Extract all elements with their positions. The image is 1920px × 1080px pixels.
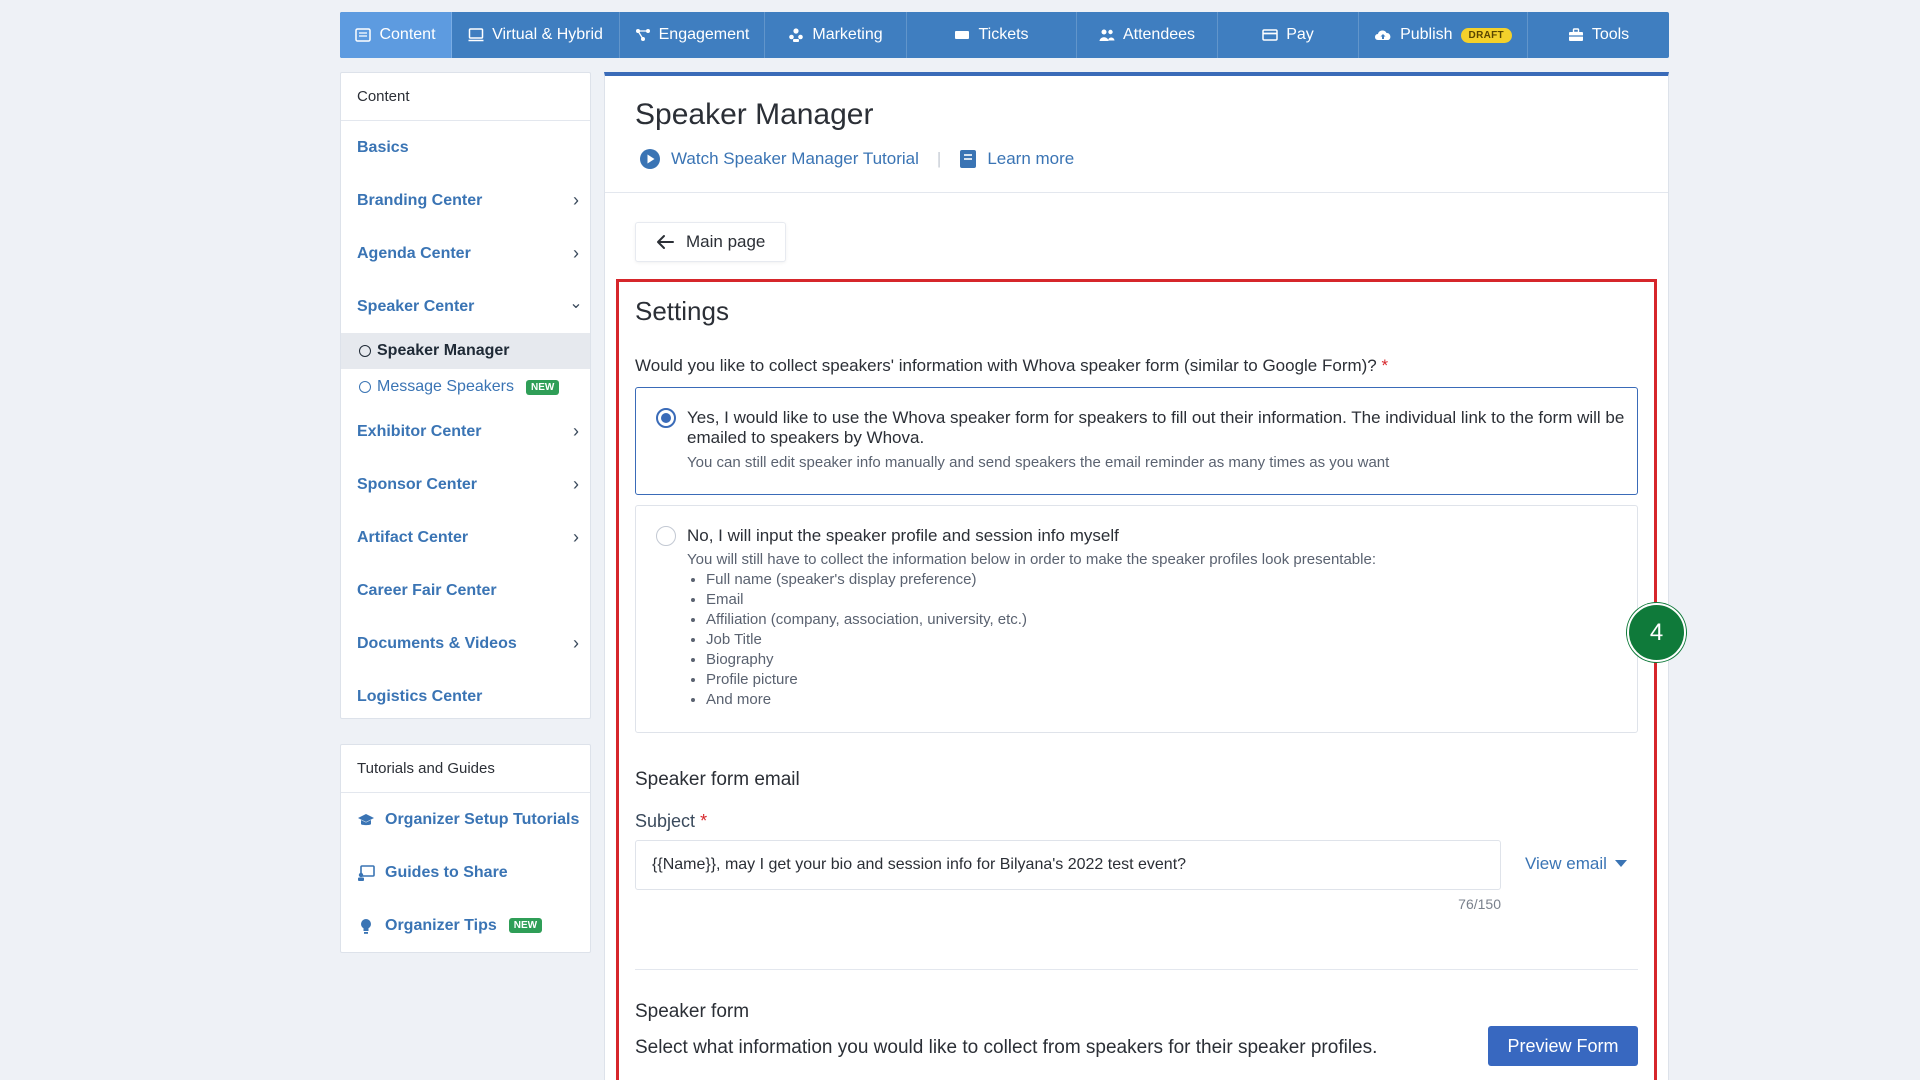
required-mark: *	[700, 811, 708, 831]
required-info-list: Full name (speaker's display preference)…	[706, 570, 1027, 710]
learn-more-link[interactable]: Learn more	[987, 149, 1074, 169]
top-nav: Content Virtual & Hybrid Engagement Mark…	[340, 12, 1669, 58]
link-separator: |	[936, 149, 942, 168]
sidebar-item-career-fair-center[interactable]: Career Fair Center	[341, 564, 590, 617]
toolbox-icon	[1568, 28, 1583, 41]
sidebar-item-exhibitor-center[interactable]: Exhibitor Center ›	[341, 405, 590, 458]
collect-info-question: Would you like to collect speakers' info…	[635, 356, 1389, 375]
sidebar-subitem-speaker-manager[interactable]: Speaker Manager	[341, 333, 590, 369]
option-no-box[interactable]: No, I will input the speaker profile and…	[635, 505, 1638, 733]
tutorial-organizer-setup[interactable]: Organizer Setup Tutorials	[341, 793, 590, 846]
radio-yes[interactable]	[656, 408, 676, 428]
chevron-right-icon: ›	[573, 243, 579, 263]
arrow-left-icon	[657, 235, 674, 249]
sidebar-item-basics[interactable]: Basics	[341, 121, 590, 174]
new-badge: NEW	[525, 379, 560, 395]
sidebar-item-sponsor-center[interactable]: Sponsor Center ›	[341, 458, 590, 511]
sidebar-item-documents-videos[interactable]: Documents & Videos ›	[341, 617, 590, 670]
network-icon	[635, 29, 650, 41]
sidebar-item-speaker-center[interactable]: Speaker Center ⌄	[341, 280, 590, 333]
graduation-cap-icon	[358, 813, 374, 825]
cloud-upload-icon	[1375, 30, 1391, 40]
chevron-right-icon: ›	[573, 527, 579, 547]
tab-tools[interactable]: Tools	[1528, 12, 1669, 58]
tab-virtual-hybrid[interactable]: Virtual & Hybrid	[452, 12, 620, 58]
sidebar-item-agenda-center[interactable]: Agenda Center ›	[341, 227, 590, 280]
option-no-label: No, I will input the speaker profile and…	[687, 526, 1119, 545]
tab-pay[interactable]: Pay	[1218, 12, 1359, 58]
tab-engagement[interactable]: Engagement	[620, 12, 765, 58]
attendees-icon	[1099, 29, 1115, 41]
new-badge: NEW	[508, 918, 543, 933]
option-yes-label: Yes, I would like to use the Whova speak…	[687, 408, 1625, 447]
step-marker: 4	[1627, 603, 1686, 662]
card-icon	[1262, 29, 1278, 41]
list-item: Profile picture	[706, 670, 1027, 690]
sidebar-item-artifact-center[interactable]: Artifact Center ›	[341, 511, 590, 564]
speaker-form-title: Speaker form	[635, 1001, 750, 1022]
tab-content[interactable]: Content	[340, 12, 452, 58]
radio-no[interactable]	[656, 526, 676, 546]
chevron-right-icon: ›	[573, 190, 579, 210]
book-icon	[960, 150, 977, 168]
required-mark: *	[1381, 356, 1389, 375]
lightbulb-icon	[361, 918, 371, 934]
chevron-right-icon: ›	[573, 474, 579, 494]
character-counter: 76/150	[1458, 896, 1501, 912]
subject-label: Subject *	[635, 811, 708, 831]
page-title: Speaker Manager	[635, 98, 874, 131]
monitor-icon	[468, 28, 484, 42]
preview-form-button[interactable]: Preview Form	[1488, 1026, 1638, 1066]
watch-tutorial-link[interactable]: Watch Speaker Manager Tutorial	[671, 149, 919, 169]
presentation-icon	[358, 864, 375, 881]
tab-tickets[interactable]: Tickets	[907, 12, 1077, 58]
divider	[605, 192, 1668, 193]
sidebar: Content Basics Branding Center › Agenda …	[340, 72, 591, 719]
main-panel: Speaker Manager Watch Speaker Manager Tu…	[604, 72, 1669, 1080]
list-item: And more	[706, 690, 1027, 710]
tutorial-guides-to-share[interactable]: Guides to Share	[341, 846, 590, 899]
tab-marketing[interactable]: Marketing	[765, 12, 907, 58]
tutorials-card: Tutorials and Guides Organizer Setup Tut…	[340, 744, 591, 953]
option-yes-box[interactable]: Yes, I would like to use the Whova speak…	[635, 387, 1638, 495]
list-item: Job Title	[706, 630, 1027, 650]
sidebar-subitem-message-speakers[interactable]: Message Speakers NEW	[341, 369, 590, 405]
sidebar-item-branding-center[interactable]: Branding Center ›	[341, 174, 590, 227]
chevron-down-icon: ⌄	[569, 294, 583, 312]
divider	[635, 969, 1638, 970]
main-page-button[interactable]: Main page	[635, 222, 787, 262]
chevron-right-icon: ›	[573, 633, 579, 653]
speaker-form-email-title: Speaker form email	[635, 769, 800, 790]
caret-down-icon	[1614, 860, 1627, 867]
option-no-note: You will still have to collect the infor…	[687, 551, 1376, 568]
play-icon	[640, 149, 660, 169]
help-links: Watch Speaker Manager Tutorial | Learn m…	[639, 148, 1074, 170]
ticket-icon	[955, 31, 970, 39]
option-yes-note: You can still edit speaker info manually…	[687, 454, 1390, 471]
tutorial-organizer-tips[interactable]: Organizer Tips NEW	[341, 899, 590, 952]
list-item: Affiliation (company, association, unive…	[706, 610, 1027, 630]
tutorials-header: Tutorials and Guides	[341, 745, 590, 793]
list-item: Email	[706, 590, 1027, 610]
list-item: Full name (speaker's display preference)	[706, 570, 1027, 590]
sidebar-item-logistics-center[interactable]: Logistics Center	[341, 670, 590, 723]
draft-badge: DRAFT	[1460, 27, 1512, 43]
subject-input[interactable]	[635, 840, 1501, 890]
tab-publish[interactable]: Publish DRAFT	[1359, 12, 1528, 58]
tab-attendees[interactable]: Attendees	[1077, 12, 1218, 58]
speaker-form-description: Select what information you would like t…	[635, 1037, 1378, 1058]
sidebar-header: Content	[341, 73, 590, 121]
chevron-right-icon: ›	[573, 421, 579, 441]
circle-icon	[359, 345, 371, 357]
list-item: Biography	[706, 650, 1027, 670]
view-email-toggle[interactable]: View email	[1525, 854, 1627, 874]
content-icon	[355, 28, 372, 42]
people-icon	[789, 28, 804, 42]
circle-icon	[359, 381, 371, 393]
settings-title: Settings	[635, 296, 729, 326]
